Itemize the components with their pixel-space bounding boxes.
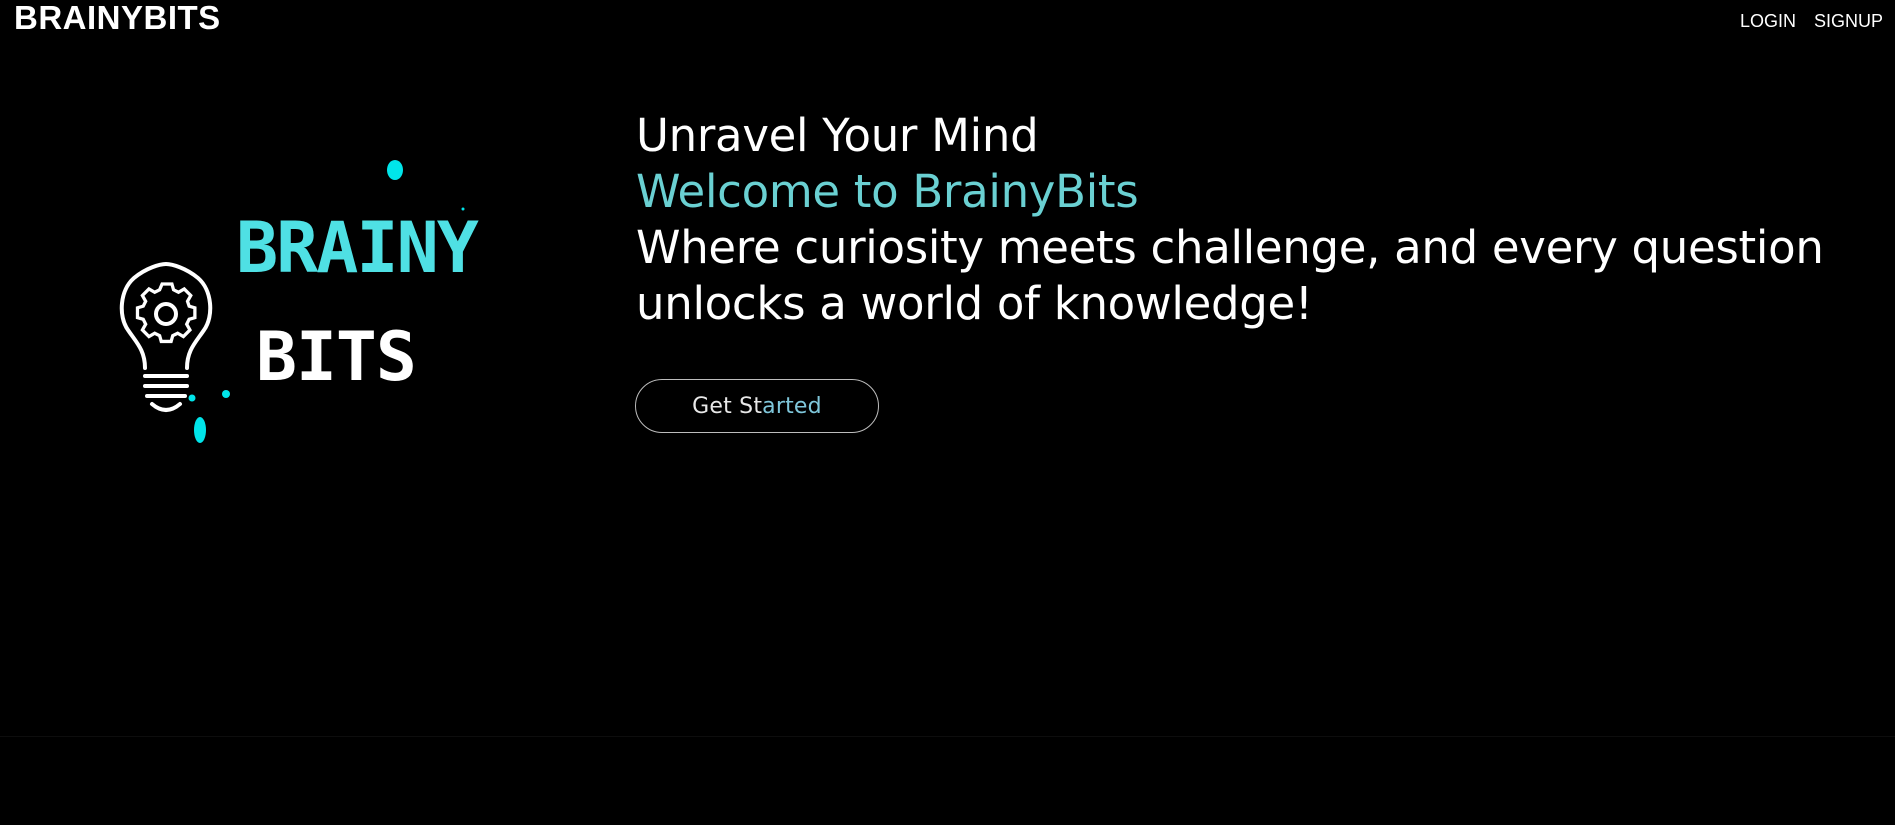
section-divider	[0, 736, 1895, 737]
splatter-dot	[387, 160, 403, 180]
logo-word-top: BRAINY	[236, 207, 479, 289]
hero-tagline-line2: unlocks a world of knowledge!	[636, 277, 1313, 330]
get-started-button[interactable]: Get St arted	[635, 379, 879, 433]
cta-label-part1: Get St	[692, 393, 763, 419]
cta-label-part2: arted	[762, 393, 822, 419]
nav-links: LOGIN SIGNUP	[1740, 10, 1883, 32]
hero-text: Unravel Your Mind Welcome to BrainyBits …	[636, 108, 1876, 332]
splatter-dot	[194, 417, 206, 443]
page: BRAINYBITS LOGIN SIGNUP BRAINY BITS Unra…	[0, 0, 1895, 825]
hero-welcome: Welcome to BrainyBits	[636, 165, 1139, 218]
splatter-dot	[222, 390, 230, 398]
hero-tagline-line1: Where curiosity meets challenge, and eve…	[636, 221, 1824, 274]
signup-link[interactable]: SIGNUP	[1814, 10, 1883, 32]
splatter-dot	[188, 394, 196, 402]
lightbulb-gear-icon: BRAINY BITS	[119, 160, 481, 443]
logo-word-bottom: BITS	[256, 318, 416, 397]
brand-logo-text[interactable]: BRAINYBITS	[14, 0, 221, 36]
navbar: BRAINYBITS LOGIN SIGNUP	[0, 0, 1895, 44]
brainybits-logo: BRAINY BITS	[100, 150, 481, 450]
login-link[interactable]: LOGIN	[1740, 10, 1796, 32]
hero-heading: Unravel Your Mind	[636, 109, 1039, 162]
